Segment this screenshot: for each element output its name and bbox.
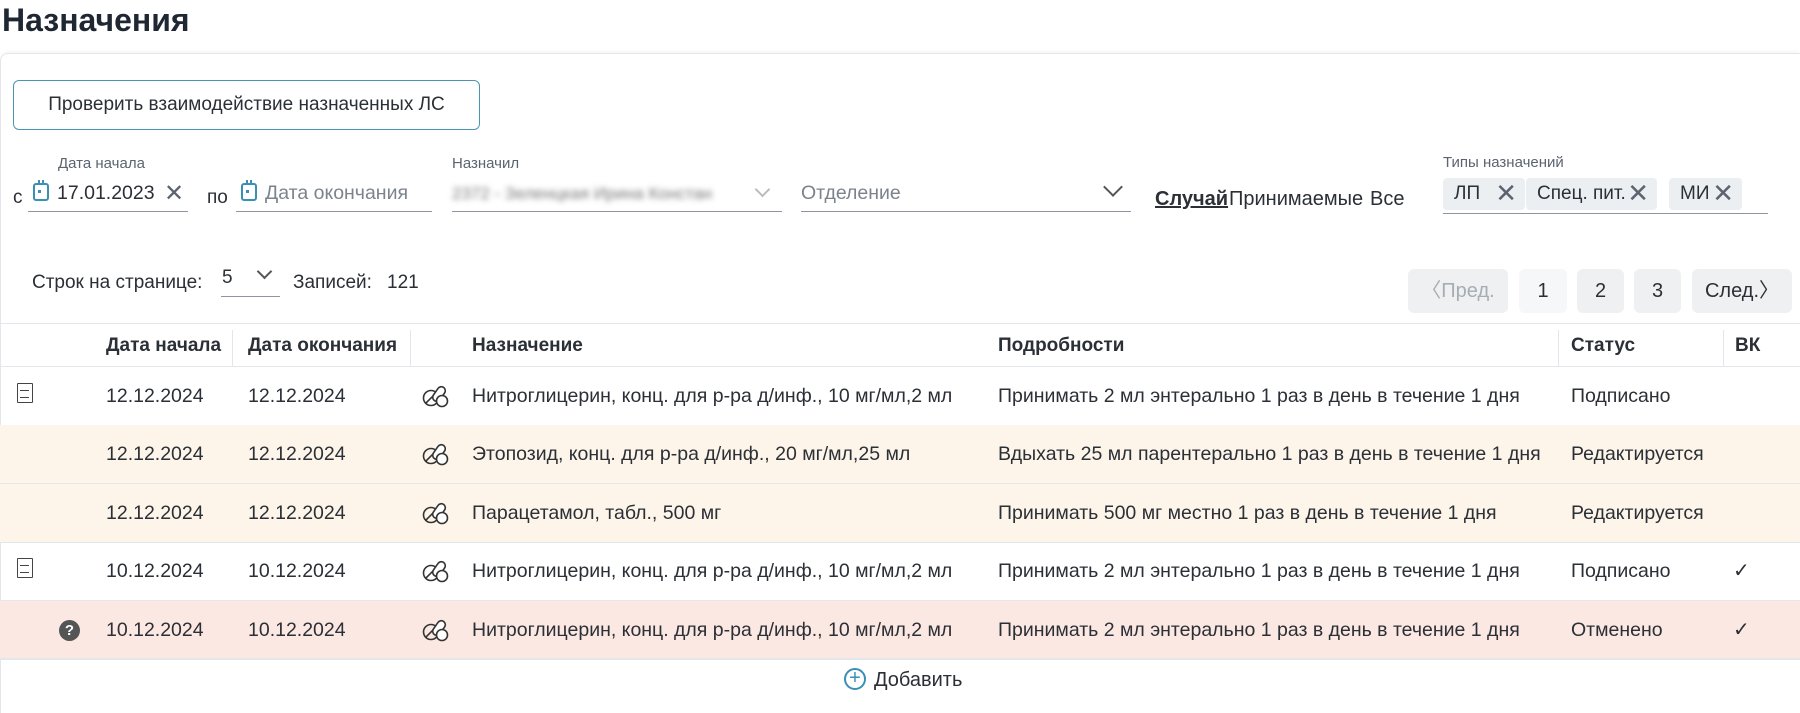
document-icon[interactable] [17, 383, 33, 403]
type-chip: МИ ✕ [1669, 178, 1742, 210]
cell-start-date: 12.12.2024 [106, 385, 204, 407]
pill-icon [422, 443, 449, 466]
cell-status: Подписано [1571, 385, 1671, 407]
check-icon: ✓ [1733, 560, 1750, 582]
cell-details: Вдыхать 25 мл парентерально 1 раз в день… [998, 443, 1541, 465]
case-link[interactable]: Случай [1155, 188, 1228, 211]
type-chip-label: МИ [1680, 183, 1710, 204]
cell-end-date: 12.12.2024 [248, 443, 346, 465]
prescriber-label: Назначил [452, 155, 520, 172]
end-date-input[interactable]: Дата окончания [265, 182, 408, 205]
header-details: Подробности [998, 335, 1125, 356]
chevron-right-icon: 〉 [1759, 280, 1780, 302]
cell-prescription[interactable]: Нитроглицерин, конц. для р-ра д/инф., 10… [472, 601, 952, 659]
start-date-label: Дата начала [58, 155, 145, 172]
document-icon[interactable] [17, 558, 33, 578]
to-prefix: по [207, 187, 228, 208]
remove-icon[interactable]: ✕ [1712, 178, 1734, 208]
type-chip: ЛП ✕ [1443, 178, 1525, 210]
cell-status: Редактируется [1571, 443, 1704, 465]
start-date-input[interactable]: 17.01.2023 [57, 182, 155, 205]
prescriber-select[interactable]: 2372 - Зеленцкая Ирина Констан [452, 184, 730, 204]
calendar-icon[interactable] [33, 180, 49, 201]
cell-details: Принимать 2 мл энтерально 1 раз в день в… [998, 385, 1520, 407]
prev-label: Пред. [1441, 280, 1495, 302]
records-label: Записей: [293, 272, 372, 293]
header-vk: ВК [1735, 335, 1761, 356]
department-select[interactable]: Отделение [801, 182, 901, 205]
types-label: Типы назначений [1443, 154, 1564, 171]
calendar-icon[interactable] [241, 180, 257, 201]
rows-per-page-select[interactable]: 5 [222, 267, 233, 289]
check-interactions-button[interactable]: Проверить взаимодействие назначенных ЛС [13, 80, 480, 130]
cell-prescription[interactable]: Этопозид, конц. для р-ра д/инф., 20 мг/м… [472, 425, 910, 483]
table-row[interactable]: ? 10.12.2024 10.12.2024 Нитроглицерин, конц… [0, 601, 1800, 659]
cell-end-date: 10.12.2024 [248, 619, 346, 641]
type-chip-label: Спец. пит. [1537, 183, 1626, 204]
table-row[interactable]: 10.12.2024 10.12.2024 Нитроглицерин, конц.… [0, 542, 1800, 600]
remove-icon[interactable]: ✕ [1627, 178, 1649, 208]
prev-page-button[interactable]: 〈Пред. [1408, 269, 1508, 313]
pill-icon [422, 385, 449, 408]
cell-details: Принимать 2 мл энтерально 1 раз в день в… [998, 619, 1520, 641]
cell-status: Редактируется [1571, 502, 1704, 524]
remove-icon[interactable]: ✕ [1495, 178, 1517, 208]
header-status: Статус [1571, 335, 1636, 356]
plus-circle-icon: + [844, 668, 866, 690]
pill-icon [422, 502, 449, 525]
type-chip: Спец. пит. ✕ [1526, 178, 1657, 210]
table-row[interactable]: 12.12.2024 12.12.2024 Нитроглицерин, конц.… [0, 367, 1800, 425]
rows-per-page-label: Строк на странице: [32, 272, 203, 293]
cell-start-date: 12.12.2024 [106, 502, 204, 524]
table-row[interactable]: 12.12.2024 12.12.2024 Парацетамол, табл., … [0, 484, 1800, 542]
page-button-1[interactable]: 1 [1519, 269, 1567, 313]
pill-icon [422, 560, 449, 583]
type-chip-label: ЛП [1454, 183, 1481, 204]
page-button-3[interactable]: 3 [1634, 269, 1681, 313]
pill-icon [422, 619, 449, 642]
header-end-date: Дата окончания [248, 335, 398, 356]
help-icon[interactable]: ? [59, 620, 80, 641]
cell-details: Принимать 2 мл энтерально 1 раз в день в… [998, 560, 1520, 582]
next-label: След. [1704, 280, 1760, 302]
cell-prescription[interactable]: Нитроглицерин, конц. для р-ра д/инф., 10… [472, 542, 952, 600]
add-label: Добавить [874, 669, 963, 691]
accepted-toggle[interactable]: Принимаемые [1229, 188, 1363, 211]
cell-prescription[interactable]: Нитроглицерин, конц. для р-ра д/инф., 10… [472, 367, 952, 425]
records-count: 121 [387, 272, 419, 293]
cell-start-date: 10.12.2024 [106, 560, 204, 582]
cell-start-date: 10.12.2024 [106, 619, 204, 641]
cell-status: Отменено [1571, 619, 1663, 641]
check-icon: ✓ [1733, 619, 1750, 641]
cell-end-date: 12.12.2024 [248, 502, 346, 524]
cell-status: Подписано [1571, 560, 1671, 582]
from-prefix: с [13, 187, 23, 208]
next-page-button[interactable]: След.〉 [1692, 269, 1792, 313]
cell-start-date: 12.12.2024 [106, 443, 204, 465]
page-button-2[interactable]: 2 [1577, 269, 1624, 313]
header-prescription: Назначение [472, 335, 583, 356]
clear-start-date-icon[interactable]: ✕ [164, 182, 184, 206]
header-start-date: Дата начала [106, 335, 222, 356]
chevron-left-icon: 〈 [1421, 280, 1442, 302]
cell-end-date: 12.12.2024 [248, 385, 346, 407]
table-row[interactable]: 12.12.2024 12.12.2024 Этопозид, конц. для … [0, 425, 1800, 483]
add-button[interactable]: + Добавить [844, 668, 963, 692]
all-toggle[interactable]: Все [1370, 188, 1404, 211]
cell-prescription[interactable]: Парацетамол, табл., 500 мг [472, 484, 721, 542]
cell-end-date: 10.12.2024 [248, 560, 346, 582]
cell-details: Принимать 500 мг местно 1 раз в день в т… [998, 502, 1497, 524]
page-title: Назначения [2, 2, 190, 38]
